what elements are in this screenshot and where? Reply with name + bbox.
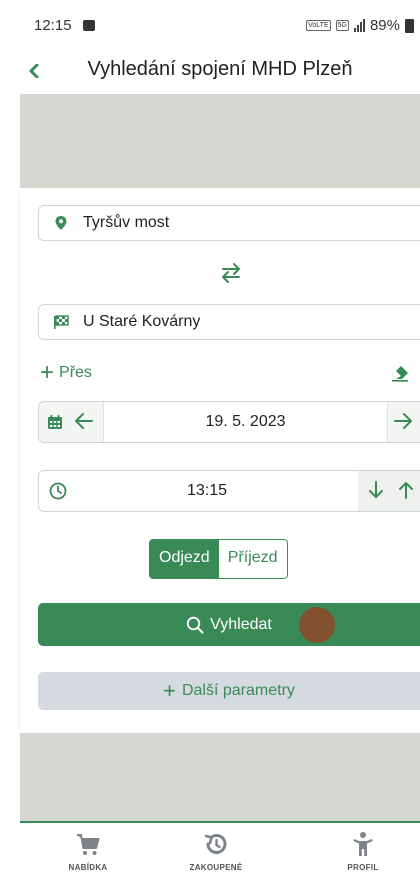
location-pin-icon [55, 216, 67, 230]
swap-arrows-icon [222, 263, 240, 283]
to-stop-field[interactable]: U Staré Kovárny [38, 304, 420, 340]
via-label: Přes [59, 364, 92, 381]
search-button-label: Vyhledat [210, 615, 272, 633]
search-button[interactable]: Vyhledat [38, 603, 420, 646]
arrow-right-icon [394, 413, 412, 429]
previous-day-button[interactable] [73, 410, 97, 434]
background-panel-bottom [20, 733, 420, 821]
from-stop-value: Tyršův most [83, 214, 170, 231]
departure-arrival-toggle: Odjezd Příjezd [149, 539, 288, 579]
checkered-flag-icon [54, 315, 69, 329]
nav-label-purchased: ZAKOUPENÉ [189, 863, 243, 872]
more-parameters-label: Další parametry [181, 682, 295, 699]
search-form-card: Tyršův most U Staré Kovárny + Přes 19. 5… [20, 188, 420, 733]
history-icon [204, 834, 227, 854]
time-selector[interactable]: 13:15 [38, 470, 420, 512]
more-parameters-button[interactable]: + Další parametry [38, 672, 420, 710]
time-increase-button[interactable] [394, 479, 418, 503]
app-header: Vyhledání spojení MHD Plzeň [0, 52, 420, 94]
status-bar: 12:15 VoLTE 5G 89% [0, 0, 420, 52]
departure-option[interactable]: Odjezd [150, 540, 219, 578]
battery-percentage: 89% [369, 17, 400, 34]
time-value: 13:15 [186, 482, 228, 499]
status-indicators: VoLTE 5G 89% [306, 17, 414, 34]
from-stop-field[interactable]: Tyršův most [38, 205, 420, 241]
next-day-button[interactable] [392, 410, 416, 434]
network-generation-indicator: 5G [335, 20, 349, 31]
nav-item-profile[interactable]: PROFIL [318, 831, 408, 872]
nav-label-offer: NABÍDKA [68, 863, 108, 872]
page-title: Vyhledání spojení MHD Plzeň [87, 58, 353, 80]
arrow-left-icon [75, 413, 93, 429]
status-time: 12:15 [34, 17, 72, 34]
touch-indicator [299, 607, 335, 643]
date-field[interactable]: 19. 5. 2023 [103, 402, 388, 442]
arrow-up-icon [399, 482, 413, 499]
calendar-icon[interactable] [47, 414, 63, 430]
add-via-stop-button[interactable]: + Přes [40, 359, 92, 386]
person-icon [353, 832, 373, 856]
search-icon [186, 616, 204, 633]
to-stop-value: U Staré Kovárny [83, 313, 201, 330]
arrival-option[interactable]: Příjezd [218, 540, 287, 578]
date-selector: 19. 5. 2023 [38, 401, 420, 443]
nav-label-profile: PROFIL [347, 863, 379, 872]
message-notification-icon [83, 20, 95, 31]
time-decrease-button[interactable] [364, 479, 388, 503]
nav-item-purchased[interactable]: ZAKOUPENÉ [171, 831, 261, 872]
swap-stops-button[interactable] [219, 260, 243, 286]
bottom-navigation: NABÍDKA ZAKOUPENÉ PROFIL [20, 821, 420, 885]
signal-icon [353, 19, 365, 32]
time-stepper [358, 471, 420, 511]
nav-item-offer[interactable]: NABÍDKA [43, 831, 133, 872]
cart-icon [77, 834, 100, 855]
arrow-down-icon [369, 481, 383, 498]
plus-icon: + [40, 359, 55, 386]
plus-icon: + [163, 678, 176, 703]
volte-indicator: VoLTE [306, 20, 331, 31]
background-panel-top [20, 94, 420, 188]
battery-icon [405, 18, 414, 33]
eraser-icon [392, 366, 408, 382]
clear-form-button[interactable] [390, 364, 410, 382]
date-value: 19. 5. 2023 [205, 413, 286, 430]
